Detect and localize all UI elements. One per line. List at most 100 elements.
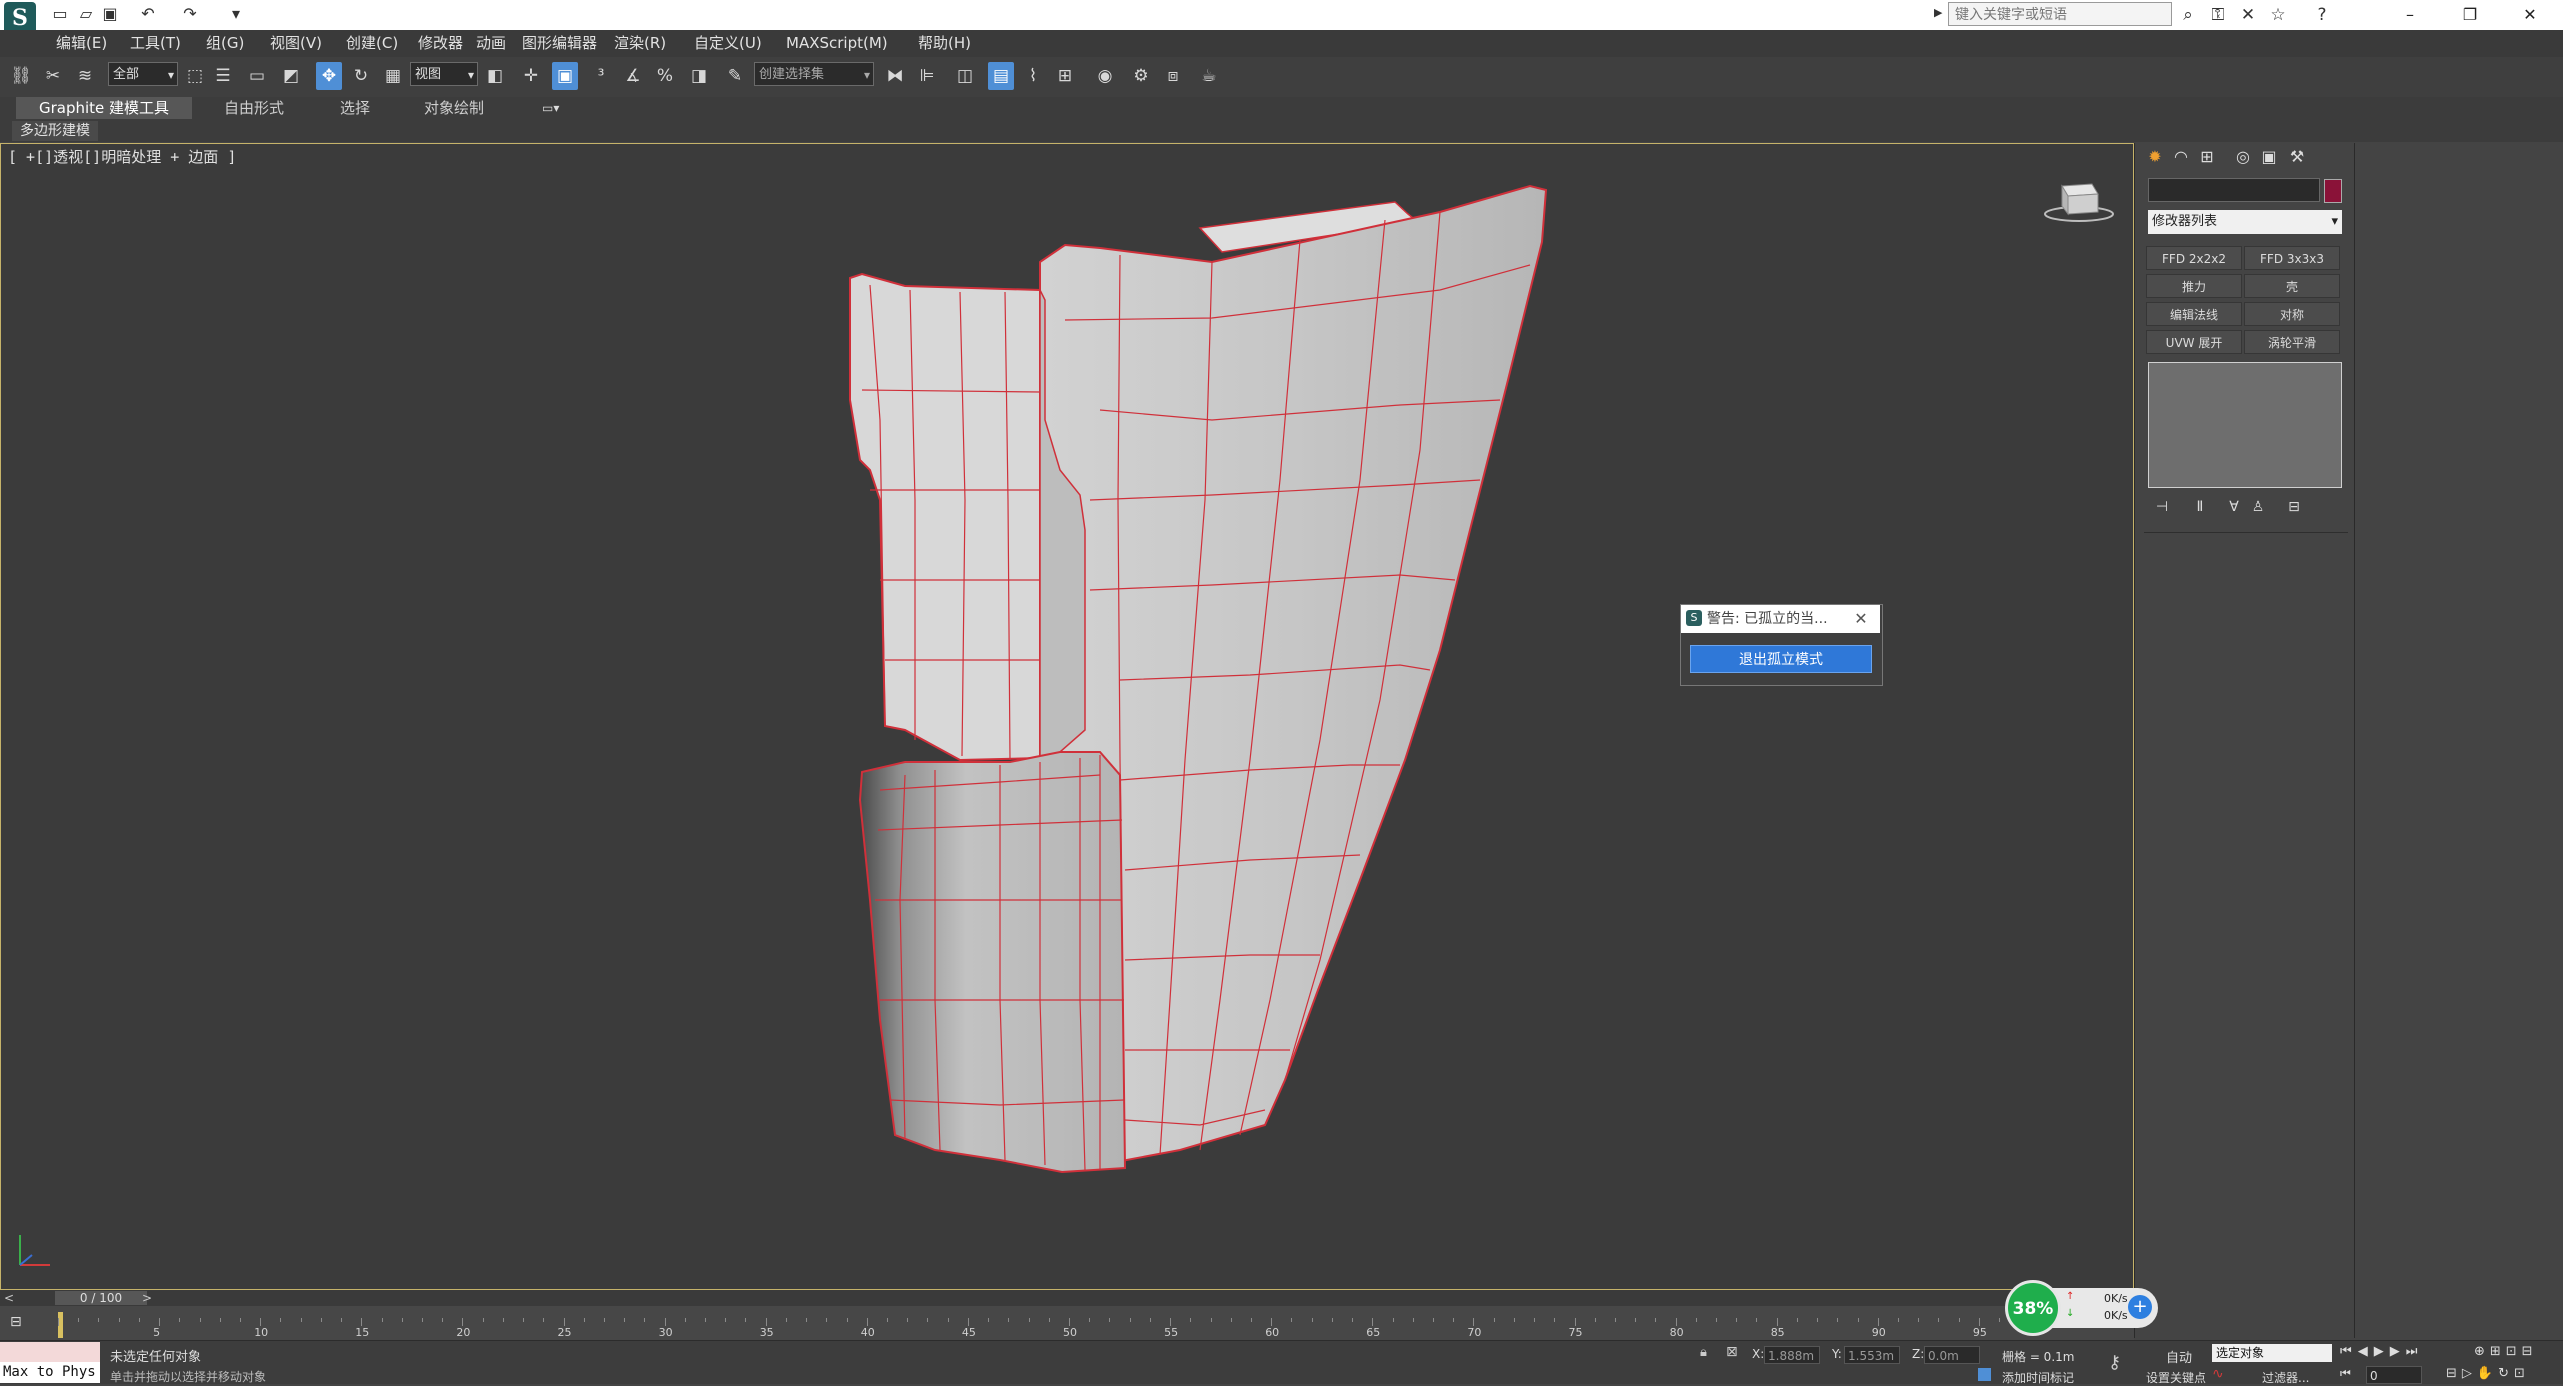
y-coord-field[interactable]: 1.553m — [1844, 1346, 1900, 1364]
render-setup-icon[interactable]: ⚙ — [1128, 62, 1154, 90]
binoculars-icon[interactable]: ⌕ — [2176, 3, 2200, 27]
time-slider-thumb[interactable]: 0 / 100 — [55, 1291, 147, 1305]
subtab-poly-modeling[interactable]: 多边形建模 — [12, 121, 98, 141]
schematic-view-icon[interactable]: ⊞ — [1052, 62, 1078, 90]
add-time-tag[interactable]: 添加时间标记 — [2002, 1369, 2074, 1386]
key-filters-button[interactable]: 过滤器... — [2262, 1369, 2309, 1386]
save-icon[interactable]: ▣ — [100, 4, 120, 24]
menu-edit[interactable]: 编辑(E) — [56, 30, 107, 57]
rendered-frame-window-icon[interactable]: ⧈ — [1160, 62, 1186, 90]
dialog-close-icon[interactable]: ✕ — [1850, 605, 1872, 633]
display-tab-icon[interactable]: ▣ — [2258, 146, 2280, 168]
restore-button[interactable]: ❐ — [2440, 0, 2500, 30]
material-editor-icon[interactable]: ◉ — [1092, 62, 1118, 90]
ref-coord-dropdown[interactable]: 视图 — [410, 62, 478, 87]
key-mode-toggle-icon[interactable]: ⏮ — [2340, 1366, 2351, 1381]
motion-tab-icon[interactable]: ◎ — [2232, 146, 2254, 168]
maxscript-listener-input[interactable]: Max to Phys — [0, 1362, 100, 1383]
menu-modifiers[interactable]: 修改器 — [418, 30, 463, 57]
keyboard-shortcut-override-icon[interactable]: ▣ — [552, 62, 578, 90]
ffd-2x2x2-button[interactable]: FFD 2x2x2 — [2146, 246, 2242, 270]
object-name-field[interactable] — [2148, 178, 2320, 202]
net-plus-icon[interactable]: + — [2128, 1295, 2152, 1319]
hierarchy-tab-icon[interactable]: ⊞ — [2196, 146, 2218, 168]
redo-icon[interactable]: ↷ — [180, 4, 200, 24]
toggle-ribbon-icon[interactable]: ▤ — [988, 62, 1014, 90]
remove-modifier-icon[interactable]: ♙ — [2248, 496, 2268, 518]
exit-isolation-button[interactable]: 退出孤立模式 — [1690, 645, 1872, 673]
window-crossing-icon[interactable]: ◩ — [278, 62, 304, 90]
object-color-swatch[interactable] — [2324, 179, 2342, 203]
help-icon[interactable]: ? — [2310, 3, 2334, 27]
tab-selection[interactable]: 选择 — [330, 97, 380, 119]
ribbon-options-icon[interactable]: ▭▾ — [542, 100, 566, 116]
modifier-list-dropdown[interactable]: 修改器列表 — [2148, 210, 2342, 234]
selection-filter-dropdown[interactable]: 全部 — [108, 62, 178, 87]
render-teapot-icon[interactable]: ☕ — [1196, 62, 1222, 90]
edit-normals-button[interactable]: 编辑法线 — [2146, 302, 2242, 326]
show-end-result-icon[interactable]: Ⅱ — [2190, 496, 2210, 518]
modify-tab-icon[interactable]: ◠ — [2170, 146, 2192, 168]
current-frame-field[interactable]: 0 — [2366, 1366, 2422, 1384]
snaps-toggle-icon[interactable]: ³ — [588, 62, 614, 90]
pivot-center-icon[interactable]: ◧ — [482, 62, 508, 90]
tab-object-paint[interactable]: 对象绘制 — [414, 97, 494, 119]
turbosmooth-button[interactable]: 涡轮平滑 — [2244, 330, 2340, 354]
rect-selection-icon[interactable]: ▭ — [244, 62, 270, 90]
layer-explorer-icon[interactable]: ◫ — [952, 62, 978, 90]
undo-icon[interactable]: ↶ — [138, 4, 158, 24]
unlink-icon[interactable]: ✂ — [40, 62, 66, 90]
uvw-unwrap-button[interactable]: UVW 展开 — [2146, 330, 2242, 354]
lock-selection-icon[interactable]: 🔒︎ — [1700, 1345, 1707, 1360]
configure-sets-icon[interactable]: ⊟ — [2284, 496, 2304, 518]
customize-icon[interactable]: ▾ — [226, 4, 246, 24]
playback-controls[interactable]: ⏮◀▶▶⏭ — [2340, 1344, 2423, 1359]
new-icon[interactable]: ▭ — [50, 4, 70, 24]
menu-animation[interactable]: 动画 — [476, 30, 506, 57]
auto-key-button[interactable]: 自动 — [2166, 1347, 2192, 1366]
named-selection-dropdown[interactable]: 创建选择集 — [754, 62, 874, 87]
time-prev-icon[interactable]: < — [4, 1291, 14, 1305]
select-object-icon[interactable]: ⬚ — [182, 62, 208, 90]
push-button[interactable]: 推力 — [2146, 274, 2242, 298]
time-next-icon[interactable]: > — [142, 1291, 152, 1305]
close-button[interactable]: ✕ — [2500, 0, 2560, 30]
select-rotate-icon[interactable]: ↻ — [348, 62, 374, 90]
key-icon[interactable]: ⚿ — [2206, 3, 2230, 27]
bind-space-warp-icon[interactable]: ≋ — [72, 62, 98, 90]
time-slider[interactable] — [0, 1290, 2134, 1306]
create-tab-icon[interactable]: ✹ — [2144, 146, 2166, 168]
shell-button[interactable]: 壳 — [2244, 274, 2340, 298]
tab-graphite-modeling[interactable]: Graphite 建模工具 — [16, 97, 192, 119]
net-usage-ball[interactable]: 38% — [2005, 1280, 2061, 1336]
z-coord-field[interactable]: 0.0m — [1924, 1346, 1980, 1364]
align-icon[interactable]: ⊫ — [914, 62, 940, 90]
key-mode-icon[interactable]: ∿ — [2212, 1366, 2224, 1382]
percent-snap-icon[interactable]: % — [652, 62, 678, 90]
menu-customize[interactable]: 自定义(U) — [694, 30, 762, 57]
curve-editor-icon[interactable]: ⌇ — [1020, 62, 1046, 90]
exchange-icon[interactable]: ✕ — [2236, 3, 2260, 27]
x-coord-field[interactable]: 1.888m — [1764, 1346, 1820, 1364]
search-expand-icon[interactable]: ▶ — [1934, 6, 1944, 22]
menu-rendering[interactable]: 渲染(R) — [614, 30, 666, 57]
utilities-tab-icon[interactable]: ⚒ — [2286, 146, 2308, 168]
3d-model-mesh[interactable] — [0, 143, 2134, 1290]
ffd-3x3x3-button[interactable]: FFD 3x3x3 — [2244, 246, 2340, 270]
menu-help[interactable]: 帮助(H) — [918, 30, 971, 57]
viewport-nav-controls[interactable]: ⊕⊞⊡⊟ — [2474, 1344, 2538, 1359]
select-move-icon[interactable]: ✥ — [316, 62, 342, 90]
symmetry-button[interactable]: 对称 — [2244, 302, 2340, 326]
link-icon[interactable]: ⛓ — [8, 62, 34, 90]
set-key-button[interactable]: 设置关键点 — [2146, 1369, 2206, 1386]
time-tag-icon[interactable] — [1978, 1368, 1991, 1381]
select-manipulate-icon[interactable]: ✛ — [518, 62, 544, 90]
edit-named-sets-icon[interactable]: ✎ — [722, 62, 748, 90]
select-scale-icon[interactable]: ▦ — [380, 62, 406, 90]
open-icon[interactable]: ▱ — [76, 4, 96, 24]
select-by-name-icon[interactable]: ☰ — [210, 62, 236, 90]
menu-tools[interactable]: 工具(T) — [130, 30, 181, 57]
viewport-nav-controls-2[interactable]: ⊟▷✋↻⊡ — [2446, 1366, 2530, 1381]
angle-snap-icon[interactable]: ∡ — [620, 62, 646, 90]
menu-graph-editors[interactable]: 图形编辑器 — [522, 30, 597, 57]
